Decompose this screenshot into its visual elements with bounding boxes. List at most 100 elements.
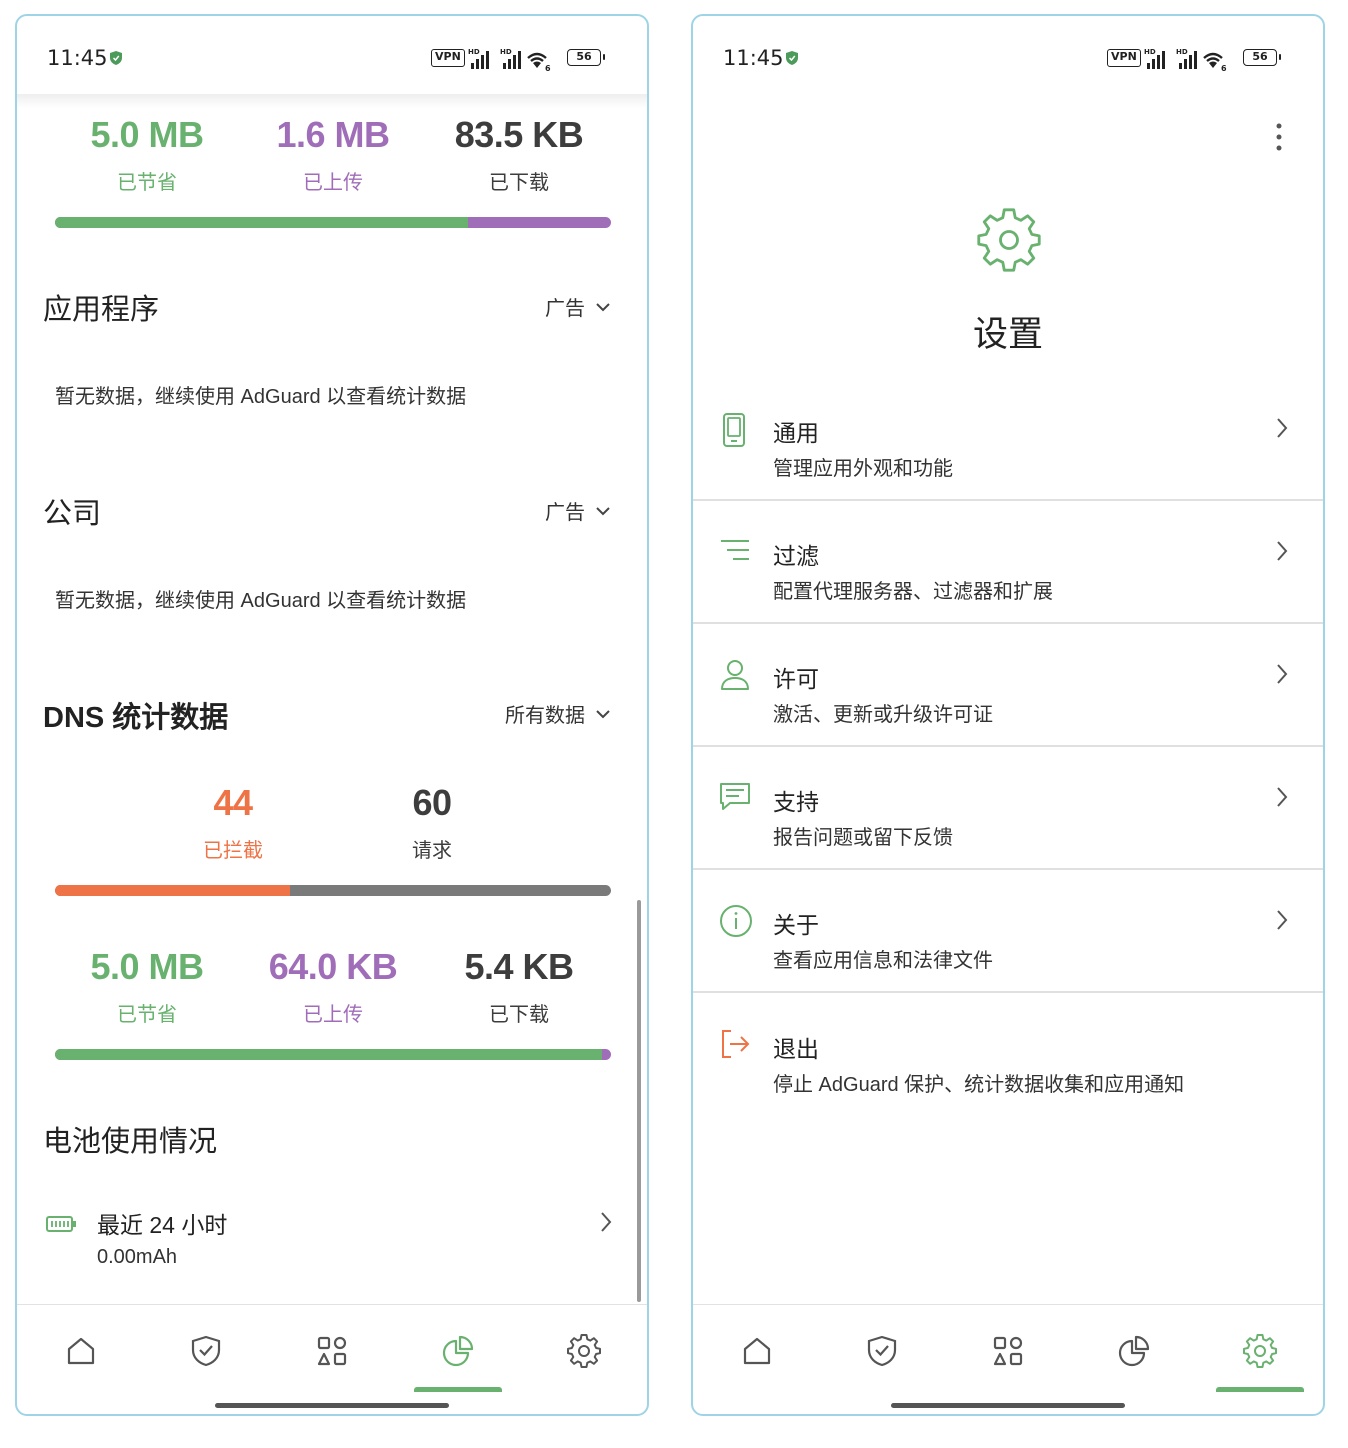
dns-filter-label: 所有数据 — [505, 705, 585, 727]
gesture-home-bar[interactable] — [215, 1403, 449, 1408]
settings-item-subtitle: 查看应用信息和法律文件 — [773, 950, 993, 972]
companies-filter-label: 广告 — [545, 502, 585, 524]
dns-downloaded-value: 5.4 KB — [464, 946, 574, 987]
chevron-right-icon — [1277, 910, 1288, 930]
adguard-shield-icon — [110, 51, 122, 65]
settings-item-title: 支持 — [773, 789, 819, 815]
nav-active-indicator — [414, 1387, 502, 1392]
shield-icon — [867, 1335, 897, 1367]
nav-protection[interactable] — [864, 1333, 900, 1369]
downloaded-label: 已下载 — [489, 172, 549, 194]
gear-icon — [567, 1334, 601, 1368]
home-icon — [743, 1337, 771, 1365]
gear-icon — [1243, 1334, 1277, 1368]
traffic-bar-top-saved — [55, 217, 468, 228]
dns-downloaded-label: 已下载 — [489, 1004, 549, 1026]
scrollbar[interactable] — [637, 900, 641, 1302]
svg-text:6: 6 — [545, 64, 551, 72]
apps-grid-icon — [993, 1336, 1023, 1366]
settings-item-subtitle: 激活、更新或升级许可证 — [773, 704, 993, 726]
dns-uploaded-value: 64.0 KB — [268, 946, 398, 987]
requests-stat: 60 请求 — [332, 782, 532, 863]
apps-filter-label: 广告 — [545, 298, 585, 320]
traffic-bar-dns-saved — [55, 1049, 602, 1060]
settings-item-license[interactable]: 许可 激活、更新或升级许可证 — [693, 650, 1323, 773]
filter-lines-icon — [721, 540, 749, 560]
requests-label: 请求 — [412, 840, 452, 862]
adguard-shield-icon — [786, 51, 798, 65]
settings-item-title: 过滤 — [773, 543, 819, 569]
home-icon — [67, 1337, 95, 1365]
battery-indicator: 56 — [567, 49, 605, 66]
nav-protection[interactable] — [188, 1333, 224, 1369]
status-bar: 11:45 VPN HD HD 6 56 — [17, 16, 647, 96]
uploaded-value: 1.6 MB — [276, 114, 390, 155]
downloaded-value: 83.5 KB — [454, 114, 584, 155]
status-time: 11:45 — [723, 46, 784, 70]
chevron-right-icon — [1277, 664, 1288, 684]
nav-statistics[interactable] — [1116, 1333, 1152, 1369]
apps-section-title: 应用程序 — [43, 294, 160, 326]
settings-item-support[interactable]: 支持 报告问题或留下反馈 — [693, 773, 1323, 896]
status-time: 11:45 — [47, 46, 108, 70]
settings-item-about[interactable]: 关于 查看应用信息和法律文件 — [693, 896, 1323, 1019]
apps-filter-dropdown[interactable]: 广告 — [545, 292, 611, 321]
svg-text:HD: HD — [500, 48, 512, 56]
settings-item-subtitle: 配置代理服务器、过滤器和扩展 — [773, 581, 1053, 603]
settings-item-general[interactable]: 通用 管理应用外观和功能 — [693, 404, 1323, 527]
traffic-bar-top — [55, 217, 611, 228]
dns-saved-label: 已节省 — [117, 1004, 177, 1026]
svg-text:HD: HD — [1144, 48, 1156, 56]
blocked-value: 44 — [213, 782, 253, 823]
chevron-down-icon — [596, 709, 610, 718]
phone-icon — [723, 413, 745, 447]
uploaded-label: 已上传 — [303, 172, 363, 194]
vpn-badge: VPN — [431, 49, 465, 67]
battery-section-title: 电池使用情况 — [43, 1126, 218, 1158]
battery-usage-row[interactable]: 最近 24 小时 0.00mAh — [17, 1206, 647, 1296]
more-options-icon[interactable] — [1275, 122, 1283, 152]
nav-home[interactable] — [63, 1333, 99, 1369]
person-icon — [721, 660, 749, 690]
nav-settings[interactable] — [566, 1333, 602, 1369]
svg-text:6: 6 — [1221, 64, 1227, 72]
companies-section-title: 公司 — [43, 498, 102, 530]
dns-blocked-fill — [55, 885, 291, 896]
blocked-label: 已拦截 — [203, 840, 263, 862]
battery-indicator: 56 — [1243, 49, 1281, 66]
chevron-down-icon — [596, 302, 610, 311]
svg-text:HD: HD — [1176, 48, 1188, 56]
battery-row-title: 最近 24 小时 — [97, 1212, 228, 1238]
companies-empty-text: 暂无数据，继续使用 AdGuard 以查看统计数据 — [55, 590, 467, 612]
dns-saved-stat: 5.0 MB 已节省 — [47, 946, 247, 1027]
chevron-right-icon — [1277, 541, 1288, 561]
nav-home[interactable] — [739, 1333, 775, 1369]
dns-filter-dropdown[interactable]: 所有数据 — [505, 699, 611, 728]
info-icon — [720, 905, 752, 937]
settings-item-subtitle: 停止 AdGuard 保护、统计数据收集和应用通知 — [773, 1074, 1185, 1096]
nav-statistics[interactable] — [440, 1333, 476, 1369]
settings-item-logout[interactable]: 退出 停止 AdGuard 保护、统计数据收集和应用通知 — [693, 1020, 1323, 1143]
status-bar: 11:45 VPN HD HD 6 56 — [693, 16, 1323, 96]
blocked-stat: 44 已拦截 — [133, 782, 333, 863]
settings-gear-icon — [977, 208, 1041, 272]
settings-screen: 11:45 VPN HD HD 6 56 设置 通用 管理应用外观和功能 过滤 … — [691, 14, 1325, 1416]
vpn-badge: VPN — [1107, 49, 1141, 67]
settings-item-title: 关于 — [773, 912, 819, 938]
gesture-home-bar[interactable] — [891, 1403, 1125, 1408]
nav-active-indicator — [1216, 1387, 1304, 1392]
settings-item-title: 许可 — [773, 666, 819, 692]
settings-item-title: 通用 — [773, 420, 819, 446]
downloaded-stat: 83.5 KB 已下载 — [419, 114, 619, 195]
signal-wifi-icons: HD HD 6 — [468, 48, 551, 72]
page-title: 设置 — [972, 315, 1043, 354]
signal-wifi-icons: HD HD 6 — [1144, 48, 1227, 72]
nav-activity[interactable] — [990, 1333, 1026, 1369]
nav-settings[interactable] — [1242, 1333, 1278, 1369]
nav-activity[interactable] — [314, 1333, 350, 1369]
settings-item-subtitle: 报告问题或留下反馈 — [773, 827, 953, 849]
dns-downloaded-stat: 5.4 KB 已下载 — [419, 946, 619, 1027]
pie-chart-icon — [442, 1335, 474, 1367]
companies-filter-dropdown[interactable]: 广告 — [545, 496, 611, 525]
settings-item-filtering[interactable]: 过滤 配置代理服务器、过滤器和扩展 — [693, 527, 1323, 650]
